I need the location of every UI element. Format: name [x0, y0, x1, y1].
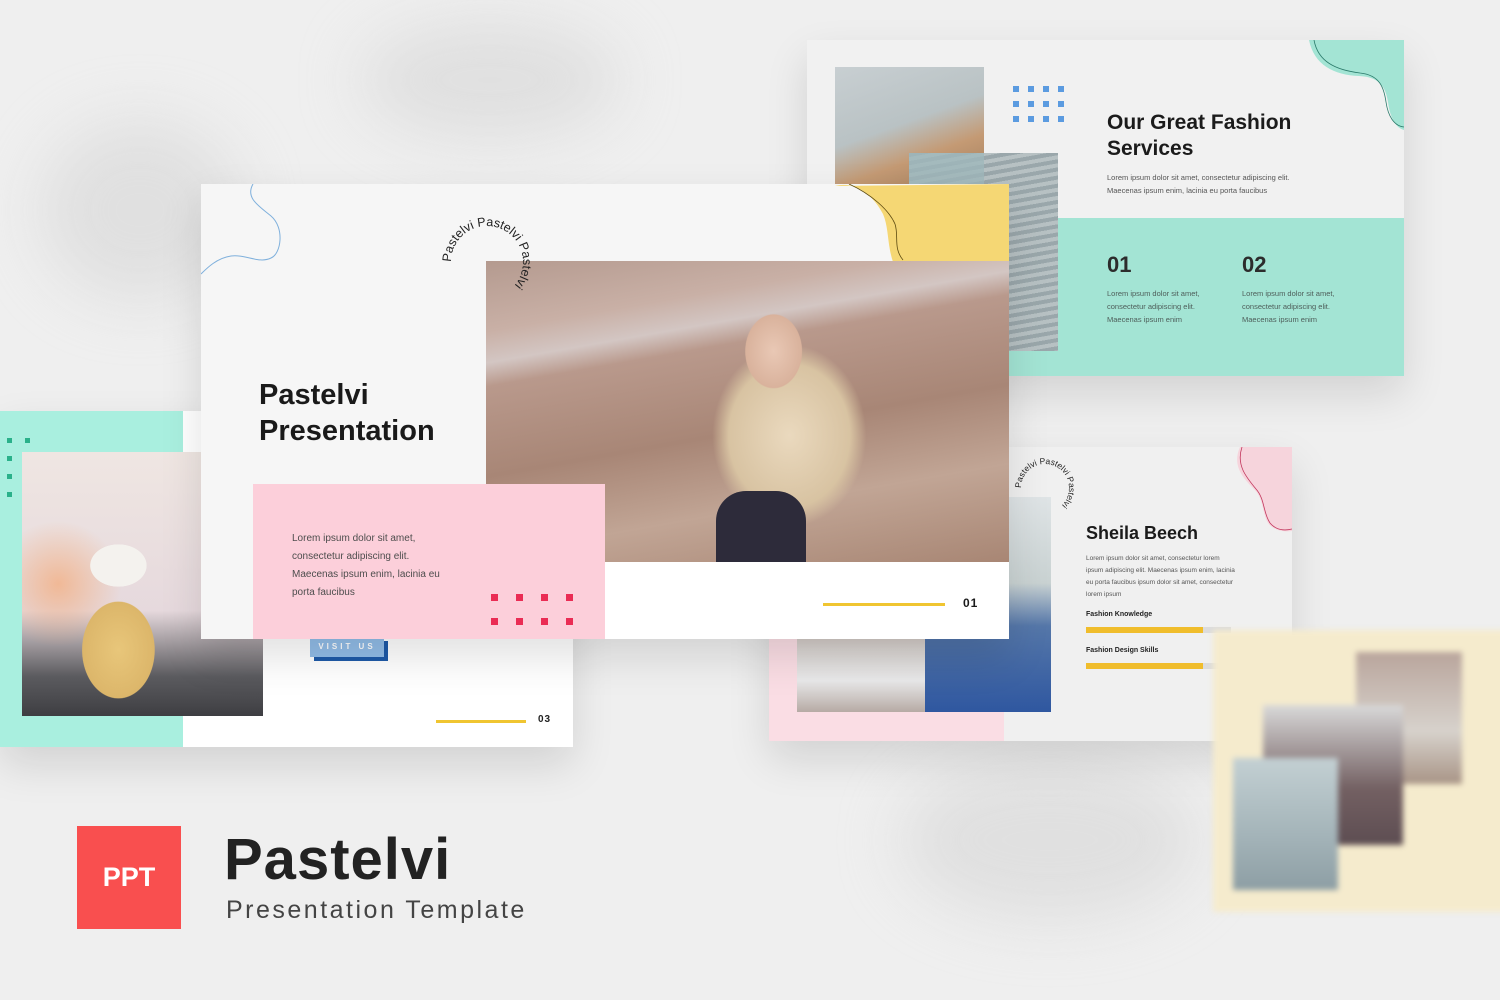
circular-brand-text: Pastelvi Pastelvi Pastelvi	[440, 215, 534, 292]
skill-progress-bar	[1086, 627, 1231, 633]
profile-bio: Lorem ipsum dolor sit amet, consectetur …	[1086, 555, 1235, 598]
photo-detail	[716, 491, 806, 562]
services-title: Our Great Fashion Services	[1107, 111, 1292, 160]
page-number: 03	[538, 714, 552, 725]
skill-progress-fill	[1086, 627, 1204, 633]
svg-text:Pastelvi Pastelvi Pastelvi: Pastelvi Pastelvi Pastelvi	[440, 215, 534, 292]
service-text: Lorem ipsum dolor sit amet, consectetur …	[1242, 289, 1335, 324]
brand-title: Pastelvi	[224, 827, 452, 892]
yellow-divider	[436, 720, 526, 723]
main-title-line: Presentation	[259, 415, 435, 447]
background-shadow	[900, 760, 1200, 920]
pink-corner-blob	[1237, 447, 1292, 532]
ppt-badge: PPT	[77, 826, 181, 929]
svg-text:Pastelvi Pastelvi Pastelvi: Pastelvi Pastelvi Pastelvi	[1013, 456, 1077, 511]
slide-blurred-gallery[interactable]	[1213, 630, 1500, 912]
white-footer-panel	[605, 562, 1009, 639]
circular-text: Pastelvi Pastelvi Pastelvi	[1013, 456, 1077, 511]
slide-title-main[interactable]: Pastelvi Pastelvi Pastelvi Pastelvi Pres…	[201, 184, 1009, 639]
background-shadow	[360, 20, 620, 140]
skill-progress-fill	[1086, 663, 1204, 669]
circular-brand-text: Pastelvi Pastelvi Pastelvi	[1013, 456, 1077, 511]
page-number: 01	[963, 596, 979, 610]
brand-subtitle: Presentation Template	[226, 896, 527, 924]
services-description-line: Maecenas ipsum enim, lacinia eu porta fa…	[1107, 186, 1268, 195]
skill-progress-bar	[1086, 663, 1231, 669]
red-dot-grid	[491, 594, 573, 625]
service-number: 01	[1107, 252, 1132, 277]
circular-text: Pastelvi Pastelvi Pastelvi	[440, 215, 534, 292]
yellow-divider	[823, 603, 945, 606]
skill-label: Fashion Knowledge	[1086, 611, 1153, 618]
main-title: Pastelvi Presentation	[259, 377, 435, 449]
services-description: Lorem ipsum dolor sit amet, consectetur …	[1107, 171, 1367, 197]
photo-blurred	[1233, 758, 1338, 890]
blue-wave-line	[201, 184, 281, 275]
visit-us-button[interactable]: VISIT US	[310, 637, 384, 657]
main-title-line: Pastelvi	[259, 379, 369, 411]
main-description: Lorem ipsum dolor sit amet, consectetur …	[292, 533, 440, 598]
services-description-line: Lorem ipsum dolor sit amet, consectetur …	[1107, 173, 1290, 182]
profile-name: Sheila Beech	[1086, 523, 1199, 543]
service-text: Lorem ipsum dolor sit amet, consectetur …	[1107, 289, 1200, 324]
blue-dot-grid	[1013, 86, 1064, 122]
skill-label: Fashion Design Skills	[1086, 647, 1159, 654]
service-number: 02	[1242, 252, 1267, 277]
yellow-corner-blob	[835, 184, 1009, 262]
